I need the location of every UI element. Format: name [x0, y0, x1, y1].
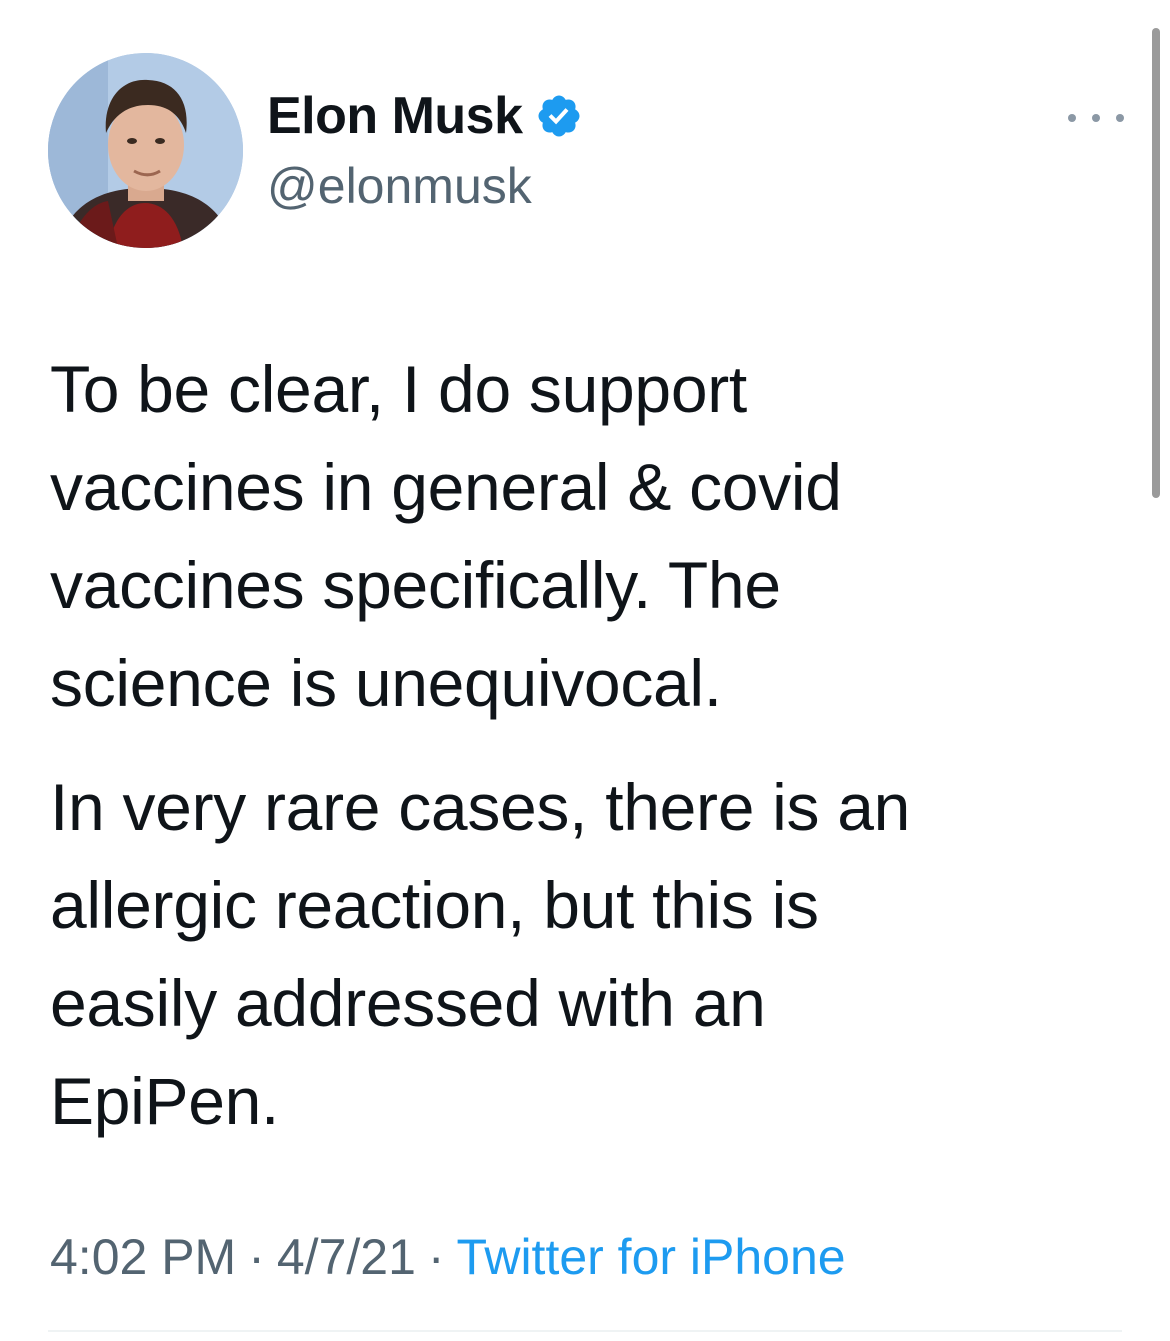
tweet-meta: 4:02 PM · 4/7/21 · Twitter for iPhone: [50, 1222, 846, 1292]
tweet-paragraph: To be clear, I do support vaccines in ge…: [50, 352, 842, 720]
more-options-icon[interactable]: [1068, 100, 1124, 136]
tweet-time[interactable]: 4:02 PM: [50, 1229, 236, 1285]
author-name[interactable]: Elon Musk: [267, 84, 523, 148]
avatar-photo-icon: [48, 53, 243, 248]
meta-separator: ·: [427, 1229, 445, 1285]
author-handle[interactable]: @elonmusk: [267, 154, 532, 218]
tweet-source-link[interactable]: Twitter for iPhone: [457, 1229, 846, 1285]
tweet-date[interactable]: 4/7/21: [277, 1229, 416, 1285]
scrollbar[interactable]: [1152, 28, 1160, 498]
divider: [48, 1330, 1122, 1332]
author-avatar[interactable]: [48, 53, 243, 248]
more-dot: [1116, 114, 1124, 122]
more-dot: [1092, 114, 1100, 122]
more-dot: [1068, 114, 1076, 122]
verified-badge-icon: [535, 92, 583, 140]
meta-separator: ·: [248, 1229, 265, 1285]
tweet-text: To be clear, I do support vaccines in ge…: [50, 340, 1140, 1150]
tweet: Elon Musk @elonmusk To be clear, I do su…: [0, 0, 1170, 1341]
author-name-row[interactable]: Elon Musk: [267, 84, 583, 148]
tweet-paragraph: In very rare cases, there is an allergic…: [50, 770, 911, 1138]
